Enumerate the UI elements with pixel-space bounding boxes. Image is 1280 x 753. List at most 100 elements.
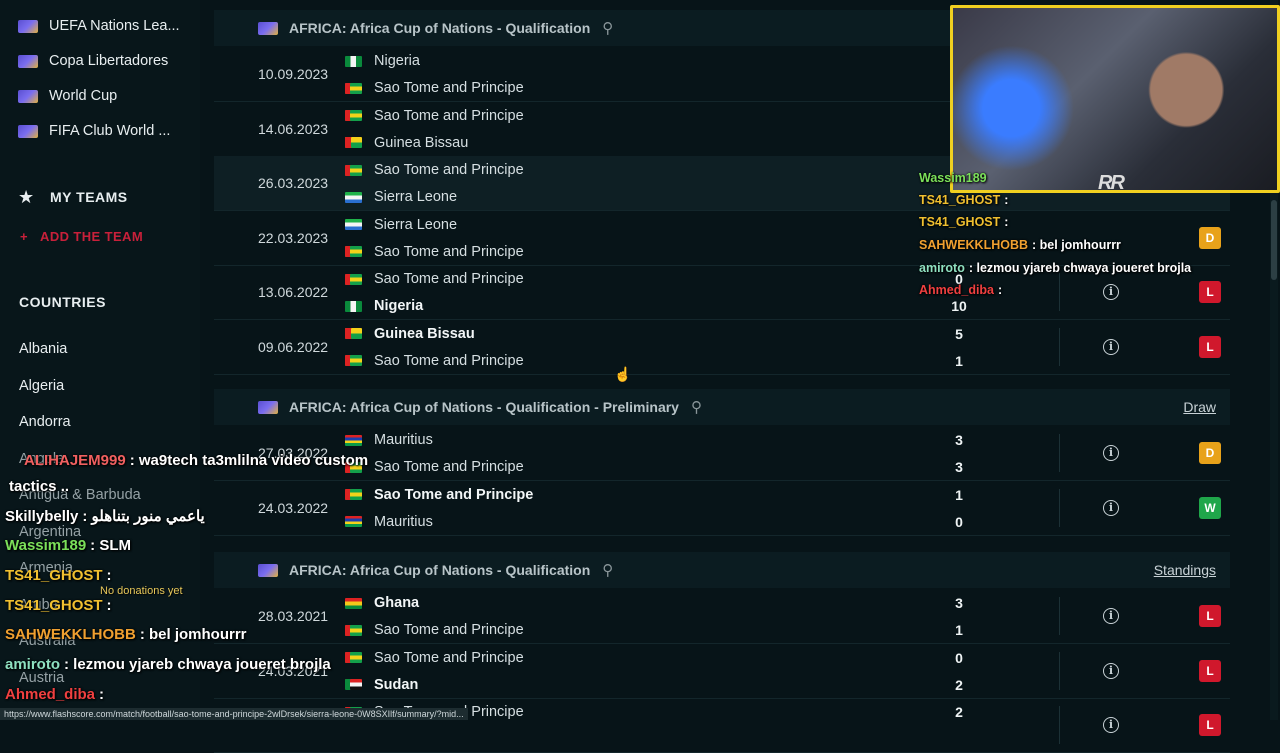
match-row[interactable]: 24.03.2021 Sao Tome and Principe Sudan 0 2 i L <box>214 644 1230 699</box>
sidebar-country-item[interactable]: Algeria <box>19 378 64 394</box>
league-flag-icon <box>18 54 38 68</box>
away-score: 3 <box>955 459 963 475</box>
chat-text: : wa9tech ta3mlilna video custom <box>129 452 369 469</box>
info-icon[interactable]: i <box>1103 284 1119 300</box>
mouse-cursor-icon: ☝ <box>614 366 632 382</box>
match-row[interactable]: Sao Tome and Principe2iL <box>214 698 1230 753</box>
team-flag-icon <box>345 489 362 500</box>
sidebar-league-item[interactable]: World Cup <box>18 82 117 110</box>
chat-username: Ahmed_diba <box>919 283 995 297</box>
away-team: Sudan <box>345 675 418 695</box>
away-team: Sao Tome and Principe <box>345 351 524 371</box>
home-team-name: Sao Tome and Principe <box>374 107 524 124</box>
league-flag-icon <box>18 89 38 103</box>
home-score: 3 <box>955 432 963 448</box>
team-flag-icon <box>345 82 362 94</box>
league-title: AFRICA: Africa Cup of Nations - Qualific… <box>289 20 591 36</box>
league-header[interactable]: AFRICA: Africa Cup of Nations - Qualific… <box>214 552 1230 588</box>
league-header[interactable]: AFRICA: Africa Cup of Nations - Qualific… <box>214 389 1230 425</box>
scrollbar-thumb[interactable] <box>1271 200 1277 280</box>
chat-text: : bel jomhourrr <box>1032 238 1121 252</box>
info-icon[interactable]: i <box>1103 338 1119 355</box>
chat-text: : <box>998 283 1003 297</box>
chat-message: TS41_GHOST: <box>5 597 112 614</box>
pin-icon[interactable]: ⚲ <box>602 561 613 579</box>
chat-message: SAHWEKKLHOBB: bel jomhourrr <box>919 238 1121 252</box>
chat-text: : <box>106 567 112 584</box>
team-flag-icon <box>345 55 362 67</box>
info-icon[interactable]: i <box>1103 662 1119 679</box>
match-row[interactable]: 24.03.2022 Sao Tome and Principe Mauritius… <box>214 481 1230 536</box>
chat-username: Wassim189 <box>5 537 87 554</box>
column-divider <box>1059 434 1060 472</box>
info-icon[interactable]: i <box>1103 608 1119 624</box>
match-row[interactable]: 28.03.2021 Ghana Sao Tome and Principe 3 1 i L <box>214 589 1230 644</box>
chat-text: : bel jomhourrr <box>139 626 247 643</box>
home-team-name: Sierra Leone <box>374 216 458 233</box>
home-team-name: Sao Tome and Principe <box>374 486 534 503</box>
league-flag-icon <box>18 124 38 138</box>
away-team-name: Sao Tome and Principe <box>374 243 524 260</box>
league-flag-icon <box>258 21 278 35</box>
chat-message: ALIHAJEM999: wa9tech ta3mlilna video cus… <box>24 452 368 469</box>
away-team-name: Sao Tome and Principe <box>374 80 524 96</box>
team-flag-icon <box>345 355 362 366</box>
team-flag-icon <box>345 434 362 446</box>
chat-text: : <box>106 597 112 614</box>
chat-message: Ahmed_diba: <box>5 686 104 703</box>
chat-message: tactics .. <box>5 478 69 495</box>
sidebar-league-item[interactable]: Copa Libertadores <box>18 47 168 75</box>
pin-icon[interactable]: ⚲ <box>602 19 613 37</box>
home-team: Guinea Bissau <box>345 324 475 344</box>
away-score: 1 <box>955 352 963 369</box>
chat-text: : <box>1004 215 1009 229</box>
chat-message: Ahmed_diba: <box>919 283 1002 297</box>
chat-text: : <box>1004 193 1009 207</box>
donation-text: No donations yet <box>100 585 183 597</box>
away-team: Sao Tome and Principe <box>345 78 524 98</box>
team-flag-icon <box>345 624 362 636</box>
home-team: Sao Tome and Principe <box>345 485 533 505</box>
team-flag-icon <box>345 219 362 230</box>
home-team: Sao Tome and Principe <box>345 106 524 126</box>
result-badge: L <box>1199 281 1221 303</box>
home-score: 0 <box>955 649 963 666</box>
info-icon[interactable]: i <box>1103 445 1119 461</box>
info-icon[interactable]: i <box>1103 717 1119 733</box>
match-row[interactable]: 09.06.2022 Guinea Bissau Sao Tome and Prin… <box>214 320 1230 375</box>
away-score: 10 <box>951 298 967 314</box>
sidebar-league-item[interactable]: UEFA Nations Lea... <box>18 12 180 40</box>
info-icon[interactable]: i <box>1103 499 1119 516</box>
home-team-name: Sao Tome and Principe <box>374 162 524 178</box>
team-flag-icon <box>345 516 362 527</box>
sidebar-country-item[interactable]: Albania <box>19 341 67 357</box>
home-team: Sao Tome and Principe <box>345 648 524 668</box>
league-header-link[interactable]: Standings <box>1154 562 1216 578</box>
home-score: 1 <box>955 486 963 503</box>
away-team: Nigeria <box>345 296 423 316</box>
away-team-name: Mauritius <box>374 513 433 530</box>
status-url: https://www.flashscore.com/match/footbal… <box>0 708 468 720</box>
team-flag-icon <box>345 164 362 176</box>
result-badge: L <box>1199 605 1221 627</box>
team-flag-icon <box>345 246 362 257</box>
match-date: 10.09.2023 <box>258 66 329 82</box>
sidebar-league-item[interactable]: FIFA Club World ... <box>18 117 170 145</box>
team-flag-icon <box>345 652 362 663</box>
add-team-button[interactable]: + ADD THE TEAM <box>20 229 143 244</box>
column-divider <box>1059 597 1060 635</box>
match-date: 26.03.2023 <box>258 175 329 191</box>
team-flag-icon <box>345 300 362 312</box>
chat-text: : <box>99 686 105 703</box>
result-badge: L <box>1199 659 1221 682</box>
chat-message: Wassim189 <box>919 171 991 185</box>
chat-message: TS41_GHOST: <box>919 193 1008 207</box>
home-team: Sao Tome and Principe <box>345 160 524 180</box>
league-header-link[interactable]: Draw <box>1183 399 1216 415</box>
pin-icon[interactable]: ⚲ <box>691 398 702 416</box>
chat-message: amiroto: lezmou yjareb chwaya joueret br… <box>919 261 1191 275</box>
away-team-name: Guinea Bissau <box>374 134 469 151</box>
result-badge: D <box>1199 226 1221 249</box>
away-team: Sao Tome and Principe <box>345 457 524 477</box>
sidebar-country-item[interactable]: Andorra <box>19 414 71 430</box>
